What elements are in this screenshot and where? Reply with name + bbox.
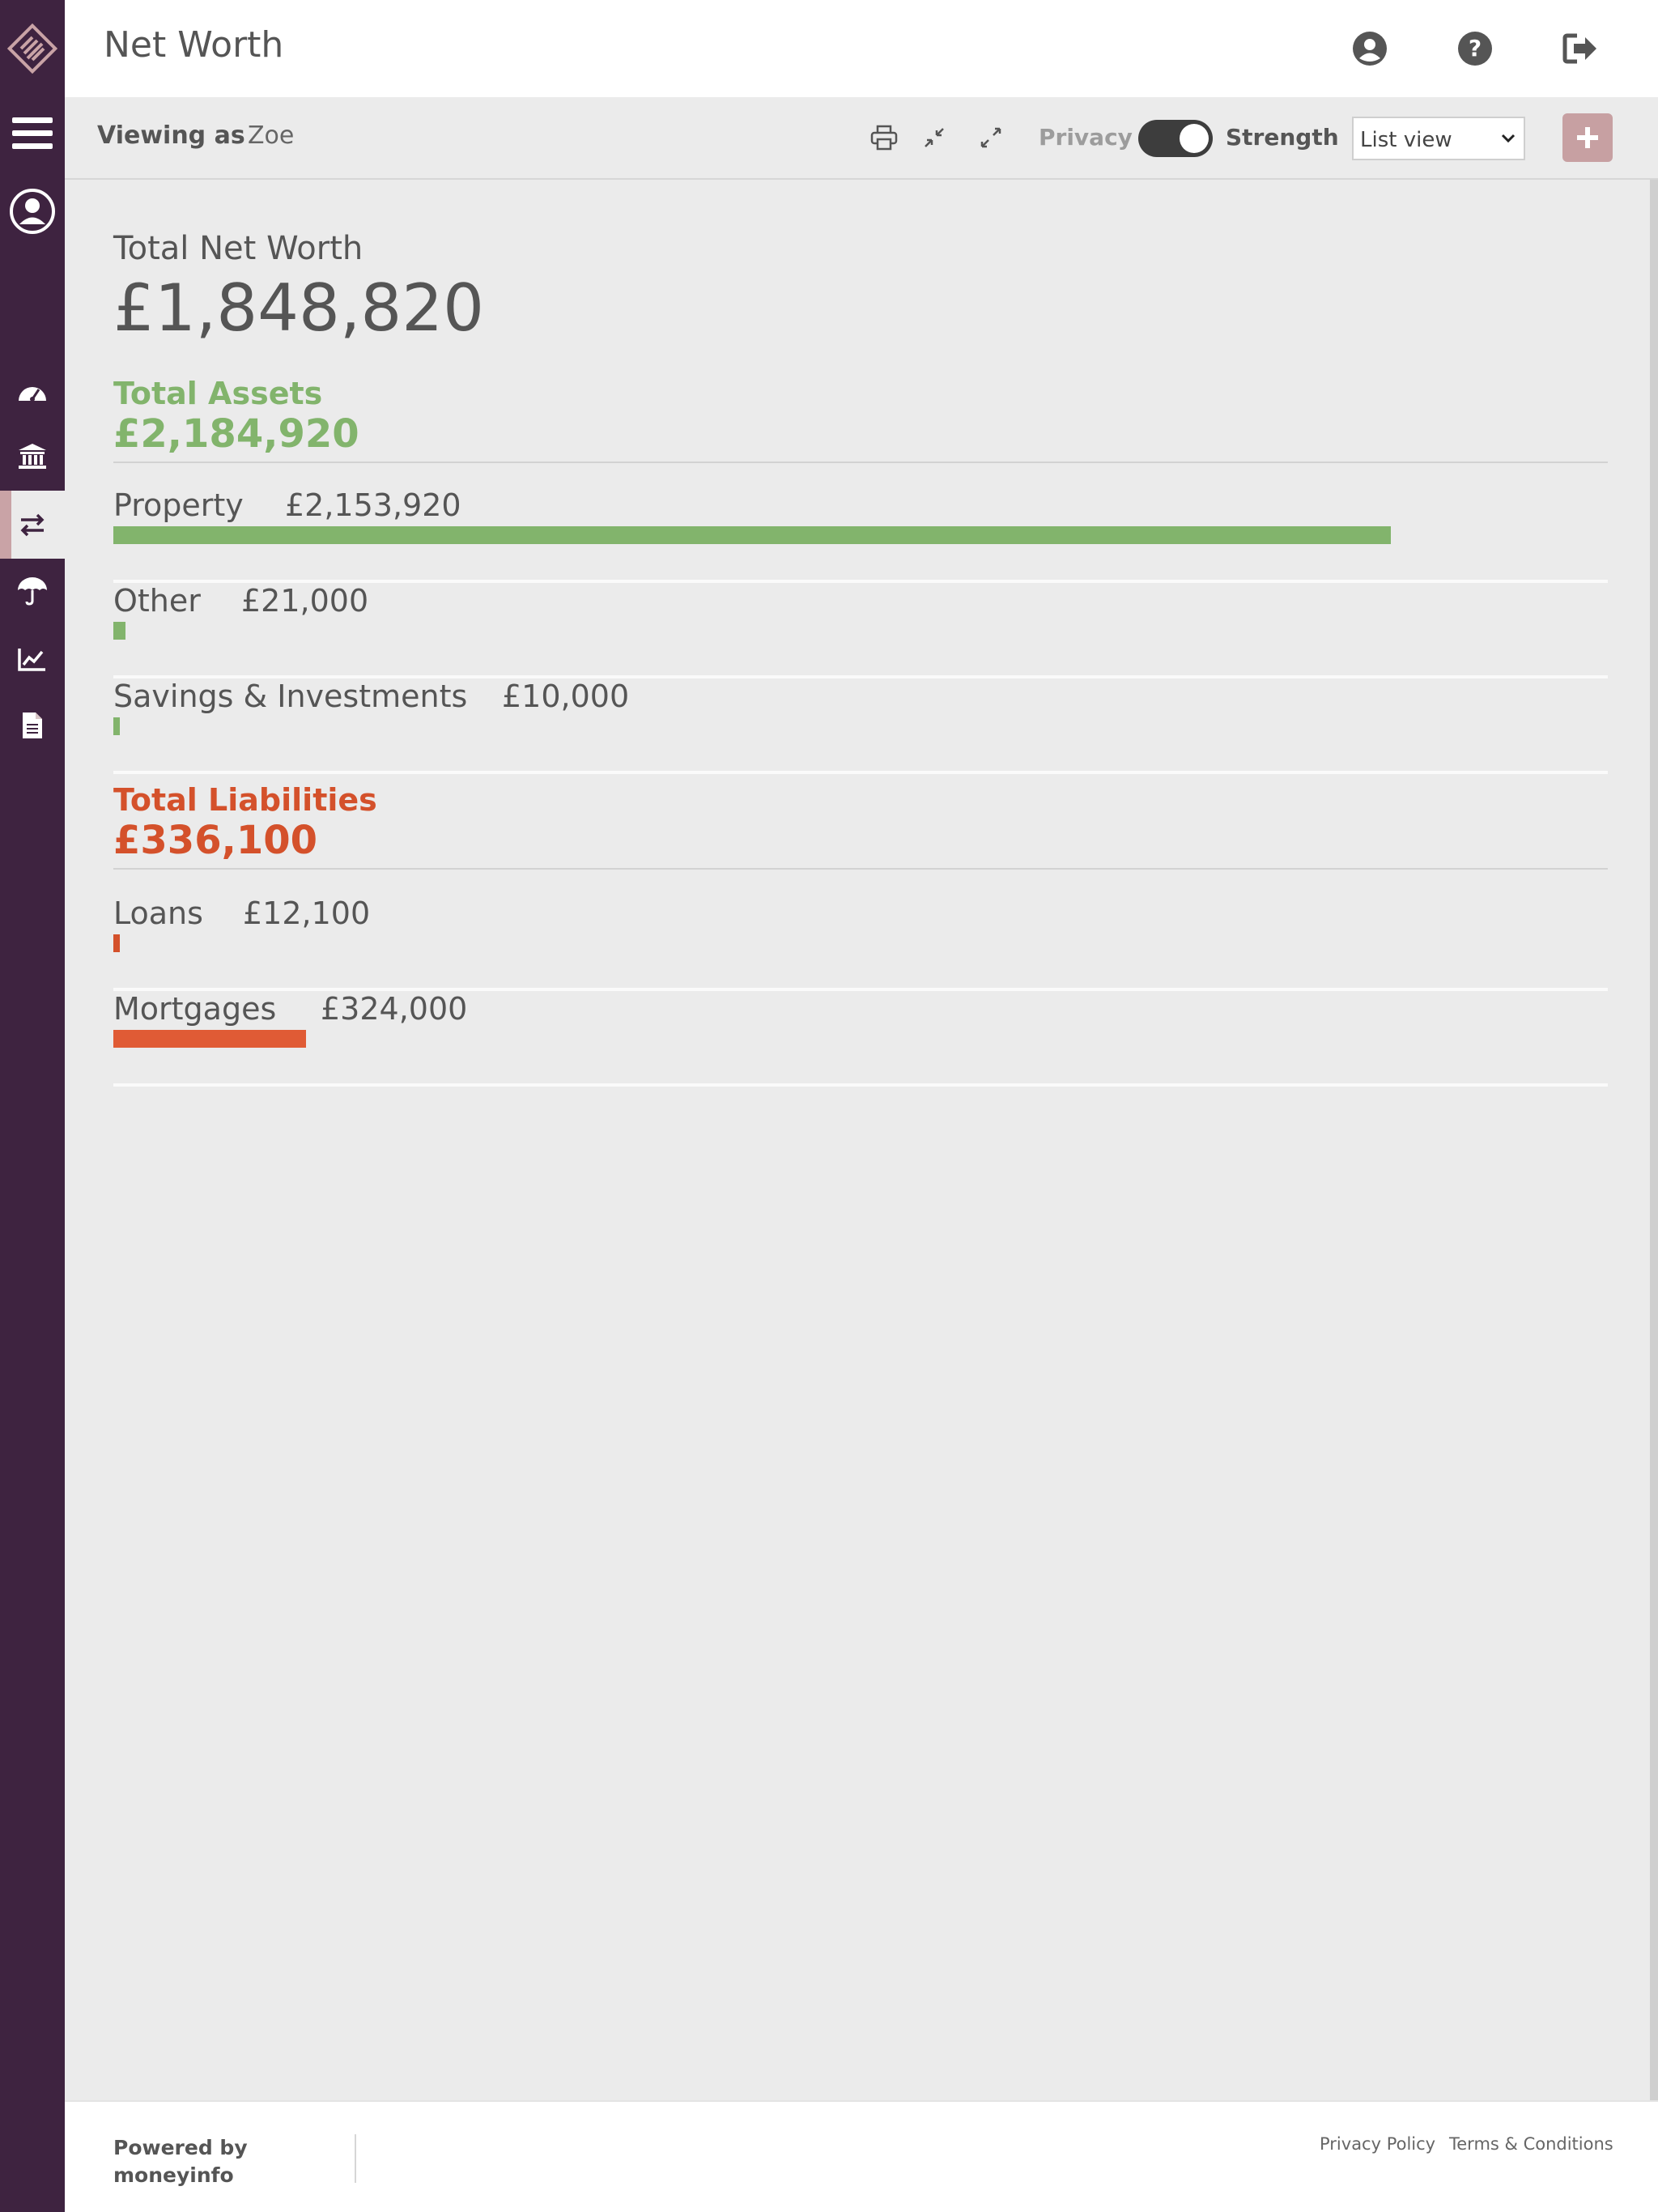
sidebar-item-protection[interactable] — [0, 567, 65, 615]
asset-bar — [113, 526, 1391, 544]
assets-divider — [113, 462, 1608, 463]
liabilities-total: £336,100 — [113, 818, 318, 863]
net-worth-label: Total Net Worth — [113, 230, 363, 267]
liabilities-divider — [113, 868, 1608, 870]
sidebar-item-menu[interactable] — [0, 105, 65, 162]
asset-amount: £21,000 — [241, 583, 369, 619]
sidebar-item-profile[interactable] — [0, 180, 65, 243]
asset-row-other[interactable]: Other £21,000 — [113, 583, 1608, 678]
liability-row-loans[interactable]: Loans £12,100 — [113, 895, 1608, 991]
hamburger-icon — [12, 117, 53, 149]
footer-divider — [355, 2134, 356, 2183]
view-mode-selected: List view — [1360, 128, 1452, 152]
liabilities-title: Total Liabilities — [113, 782, 377, 818]
sign-out-icon — [1562, 33, 1596, 64]
print-icon — [870, 125, 898, 151]
expand-icon — [980, 127, 1001, 148]
privacy-strength-toggle[interactable] — [1138, 120, 1213, 157]
page-title: Net Worth — [104, 24, 284, 66]
sidebar-item-investments[interactable] — [0, 635, 65, 683]
document-icon — [23, 713, 42, 738]
vertical-scrollbar[interactable] — [1650, 180, 1658, 2100]
expand-all-button[interactable] — [973, 120, 1009, 155]
bank-icon — [19, 444, 46, 469]
brand-logo[interactable] — [0, 0, 65, 97]
liability-label: Mortgages — [113, 991, 277, 1027]
sidebar-item-banking[interactable] — [0, 432, 65, 481]
privacy-policy-link[interactable]: Privacy Policy — [1320, 2134, 1435, 2154]
asset-row-savings[interactable]: Savings & Investments £10,000 — [113, 678, 1608, 774]
plus-icon — [1577, 127, 1598, 148]
powered-by: Powered by moneyinfo — [113, 2134, 248, 2189]
terms-link[interactable]: Terms & Conditions — [1449, 2134, 1613, 2154]
user-circle-icon — [1353, 32, 1387, 66]
powered-by-label: Powered by — [113, 2136, 248, 2159]
sidebar-item-documents[interactable] — [0, 701, 65, 750]
chart-line-icon — [18, 649, 45, 671]
svg-text:?: ? — [1469, 35, 1482, 62]
asset-label: Property — [113, 487, 244, 523]
user-icon — [10, 189, 55, 234]
account-button[interactable] — [1349, 28, 1391, 70]
view-mode-select[interactable]: List view — [1352, 117, 1525, 160]
logout-button[interactable] — [1559, 28, 1601, 70]
logo-diamond-icon — [6, 23, 58, 74]
assets-total: £2,184,920 — [113, 411, 359, 457]
umbrella-icon — [18, 577, 47, 606]
liability-amount: £12,100 — [243, 895, 371, 931]
privacy-label: Privacy — [1039, 124, 1133, 151]
asset-amount: £10,000 — [502, 678, 630, 714]
collapse-all-button[interactable] — [916, 120, 952, 155]
liability-row-mortgages[interactable]: Mortgages £324,000 — [113, 991, 1608, 1087]
asset-bar — [113, 717, 120, 735]
asset-bar — [113, 622, 125, 640]
dashboard-icon — [19, 387, 46, 402]
viewing-as-label: Viewing as — [97, 121, 245, 150]
transfer-icon — [20, 513, 45, 537]
compress-icon — [925, 128, 944, 147]
view-toolbar: Viewing as Zoe Privacy Strength List vie… — [65, 97, 1658, 180]
liability-label: Loans — [113, 895, 203, 931]
asset-amount: £2,153,920 — [285, 487, 461, 523]
asset-row-property[interactable]: Property £2,153,920 — [113, 487, 1608, 583]
assets-title: Total Assets — [113, 376, 323, 411]
liability-bar — [113, 1030, 306, 1048]
add-item-button[interactable] — [1562, 113, 1613, 162]
sidebar-item-net-worth[interactable] — [0, 491, 65, 559]
print-button[interactable] — [866, 120, 902, 155]
net-worth-value: £1,848,820 — [113, 270, 485, 346]
asset-label: Savings & Investments — [113, 678, 468, 714]
strength-label: Strength — [1226, 124, 1339, 151]
help-button[interactable]: ? — [1454, 28, 1496, 70]
chevron-down-icon — [1501, 134, 1516, 143]
help-circle-icon: ? — [1458, 32, 1492, 66]
app-header: Net Worth ? — [65, 0, 1658, 97]
powered-by-brand: moneyinfo — [113, 2163, 234, 2187]
liability-bar — [113, 934, 120, 952]
liability-amount: £324,000 — [321, 991, 468, 1027]
sidebar-item-dashboard[interactable] — [0, 368, 65, 416]
toggle-knob — [1180, 124, 1209, 153]
asset-label: Other — [113, 583, 201, 619]
sidebar — [0, 0, 65, 2212]
app-footer: Powered by moneyinfo Privacy Policy Term… — [65, 2100, 1658, 2212]
viewing-as-name: Zoe — [248, 121, 295, 150]
